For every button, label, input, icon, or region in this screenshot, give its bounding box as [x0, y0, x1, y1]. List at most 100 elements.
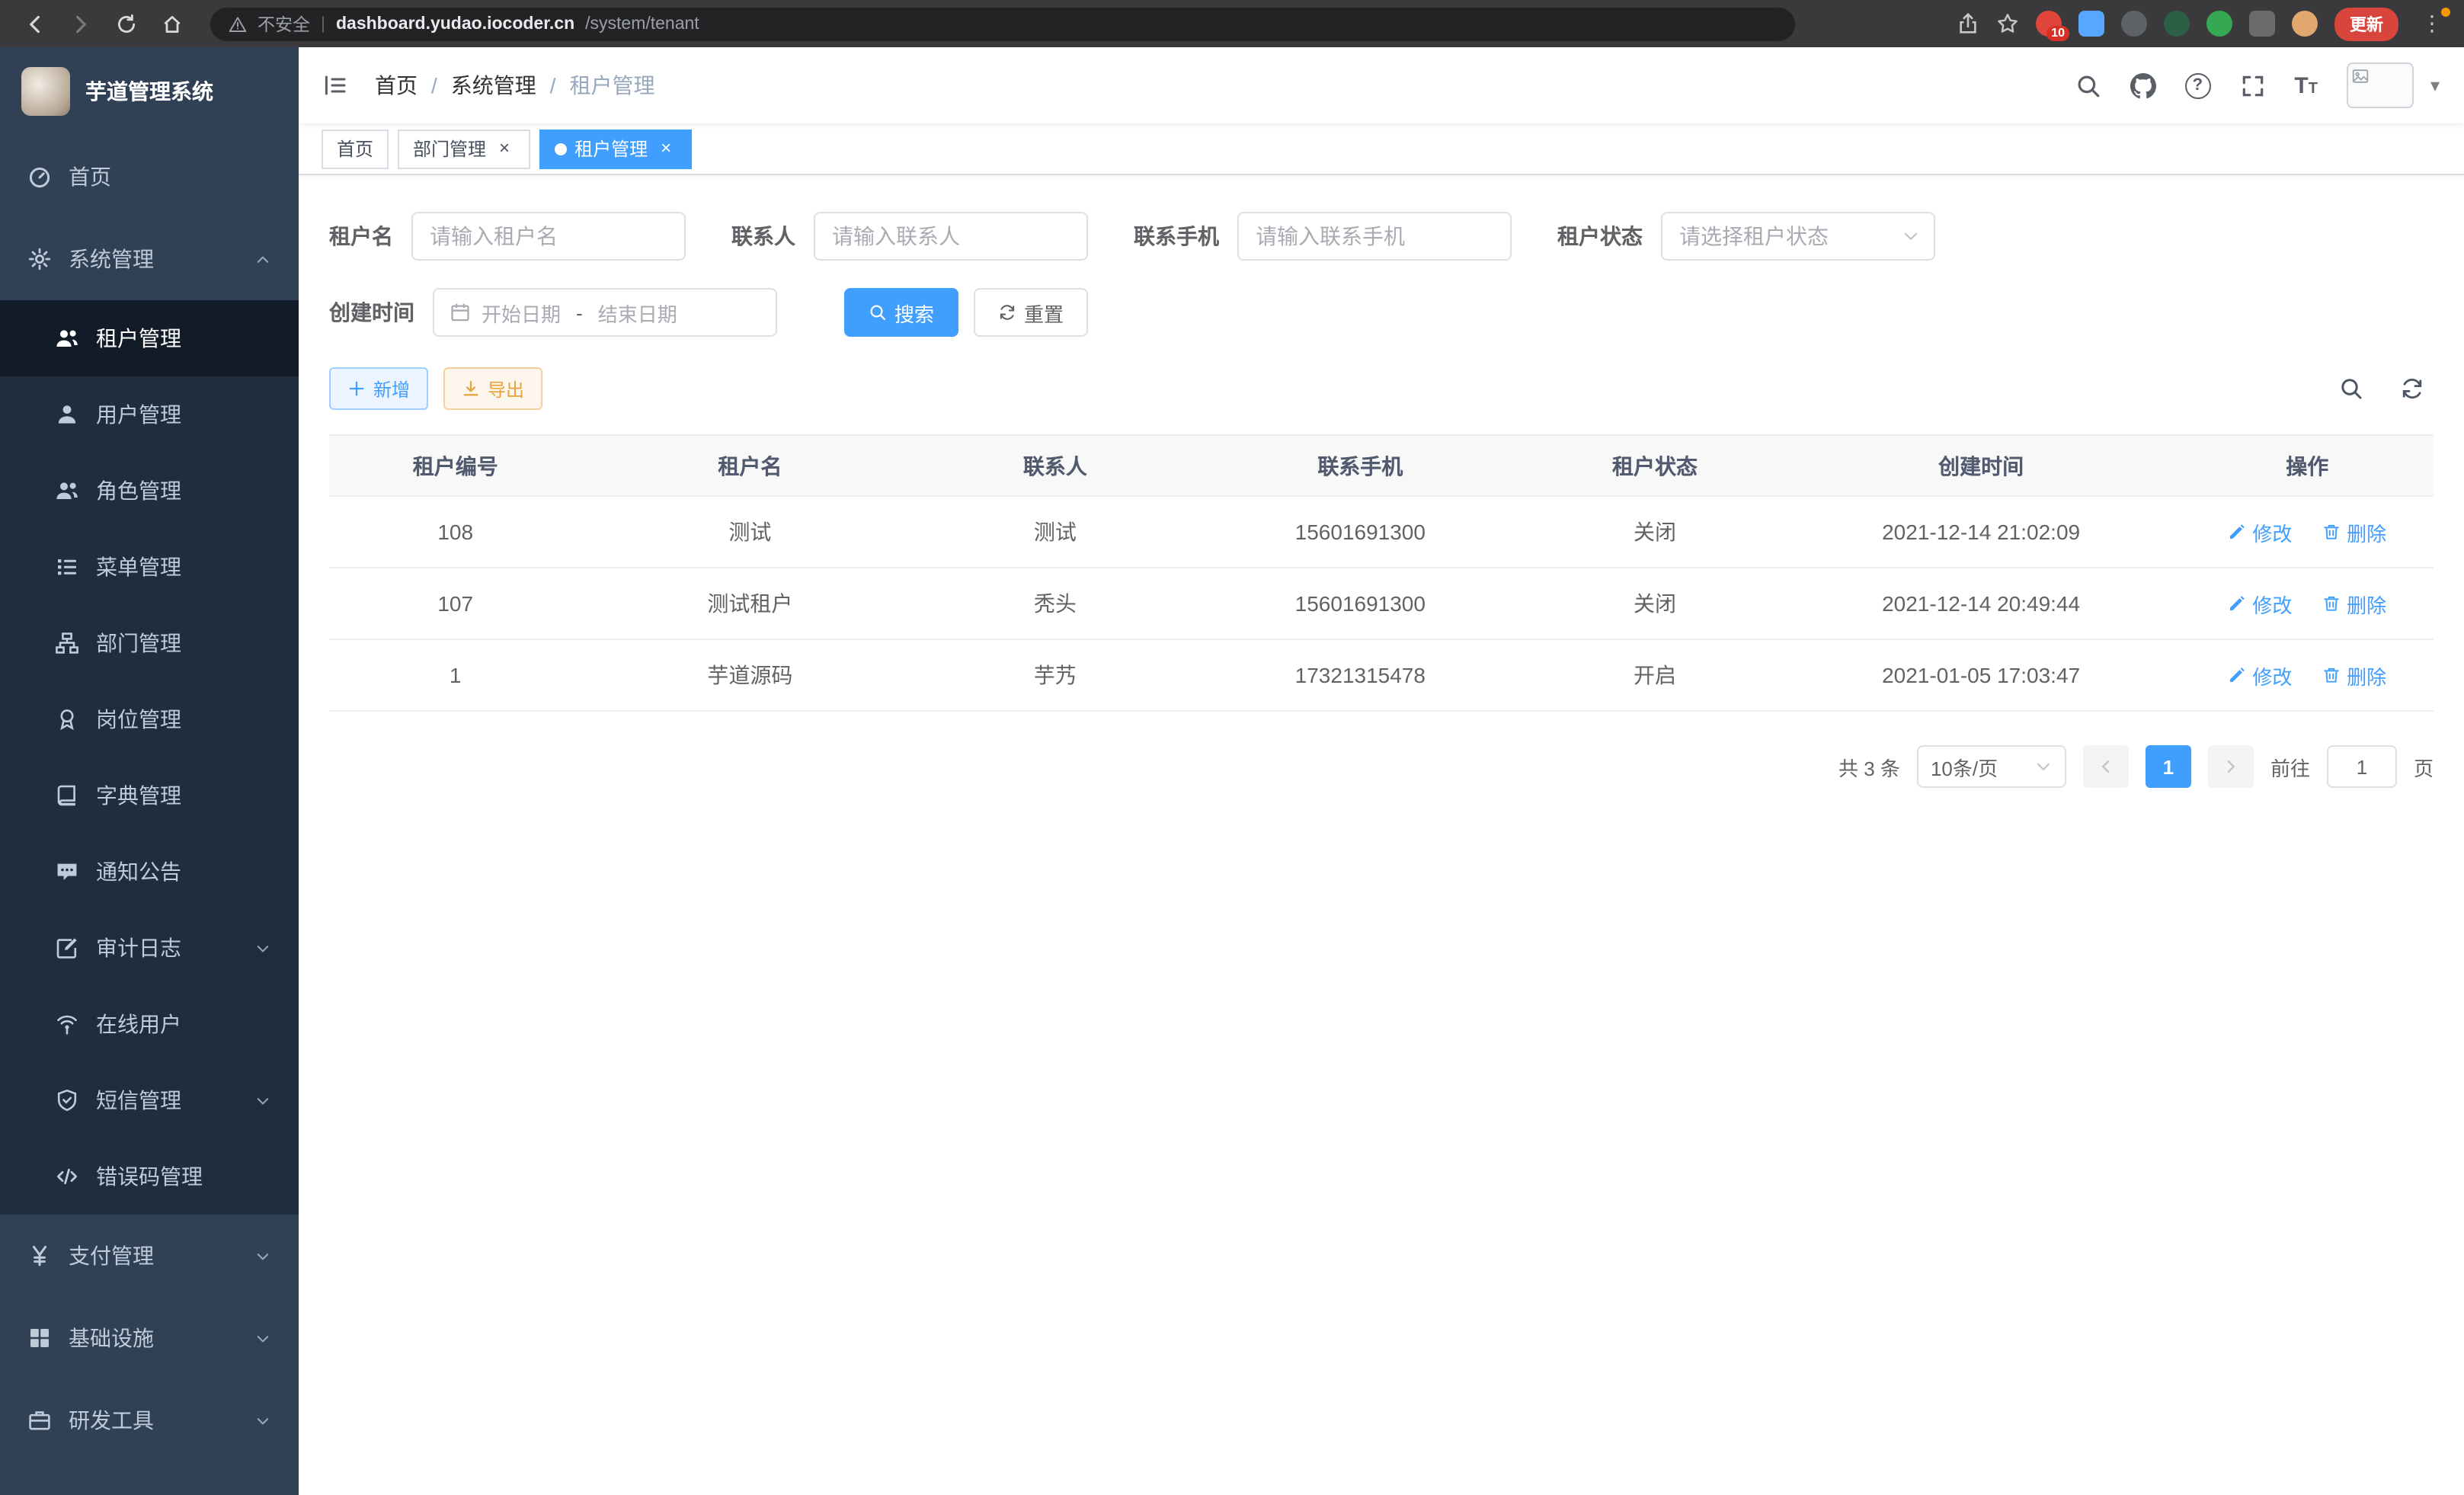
user-menu-caret-icon[interactable]: ▾: [2430, 75, 2440, 96]
fullscreen-icon[interactable]: [2239, 72, 2265, 98]
address-bar[interactable]: 不安全 | dashboard.yudao.iocoder.cn/system/…: [210, 7, 1795, 40]
navbar-actions: ? TT ▾: [2075, 62, 2440, 108]
sidebar-item-system-management[interactable]: 系统管理: [0, 218, 299, 300]
audit-log-icon: [55, 936, 79, 960]
sidebar-item-payment-management[interactable]: 支付管理: [0, 1215, 299, 1297]
breadcrumb-home[interactable]: 首页: [375, 70, 418, 101]
breadcrumb-system-management[interactable]: 系统管理: [451, 70, 536, 101]
chevron-down-icon: [254, 1330, 271, 1346]
reset-button-label: 重置: [1024, 298, 1064, 327]
extension-icon[interactable]: [2121, 11, 2147, 37]
prev-page-button[interactable]: [2083, 745, 2129, 788]
status-select[interactable]: 请选择租户状态: [1661, 212, 1935, 261]
sidebar-item-dept-management[interactable]: 部门管理: [0, 605, 299, 681]
tab-home[interactable]: 首页: [322, 129, 389, 168]
close-tab-icon[interactable]: ×: [494, 138, 515, 159]
next-page-button[interactable]: [2208, 745, 2254, 788]
chevron-down-icon: [254, 940, 271, 956]
sidebar-item-infrastructure[interactable]: 基础设施: [0, 1297, 299, 1379]
delete-tenant-link[interactable]: 删除: [2322, 589, 2386, 618]
add-tenant-button[interactable]: 新增: [329, 367, 428, 410]
sidebar-item-user-management[interactable]: 用户管理: [0, 376, 299, 453]
back-arrow-icon: [24, 13, 46, 34]
export-button[interactable]: 导出: [443, 367, 542, 410]
edit-tenant-link[interactable]: 修改: [2228, 517, 2292, 546]
edit-tenant-link[interactable]: 修改: [2228, 589, 2292, 618]
toggle-search-icon[interactable]: [2339, 376, 2363, 401]
tab-dept-management[interactable]: 部门管理 ×: [398, 129, 530, 168]
edit-tenant-link[interactable]: 修改: [2228, 661, 2292, 690]
app-logo[interactable]: 芋道管理系统: [0, 47, 299, 136]
sidebar-item-online-users[interactable]: 在线用户: [0, 986, 299, 1062]
goto-page-input[interactable]: [2327, 745, 2397, 788]
sidebar-item-audit-log[interactable]: 审计日志: [0, 910, 299, 986]
collapse-sidebar-button[interactable]: [323, 73, 347, 98]
notification-dot: [2441, 8, 2450, 17]
filter-phone: 联系手机: [1134, 212, 1512, 261]
contact-input[interactable]: [814, 212, 1088, 261]
sidebar-item-role-management[interactable]: 角色管理: [0, 453, 299, 529]
extension-icon[interactable]: [2249, 11, 2275, 37]
edit-label: 修改: [2252, 517, 2292, 546]
calendar-icon: [450, 302, 471, 323]
extension-icon[interactable]: 10: [2036, 11, 2062, 37]
menu-label: 用户管理: [96, 399, 181, 430]
cell-tenant-name: 测试租户: [581, 568, 918, 639]
menu-label: 通知公告: [96, 856, 181, 887]
header-search-icon[interactable]: [2075, 72, 2101, 98]
profile-avatar[interactable]: [2292, 11, 2318, 37]
browser-forward-button[interactable]: [61, 4, 101, 43]
github-icon[interactable]: [2130, 72, 2155, 98]
close-tab-icon[interactable]: ×: [655, 138, 677, 159]
extension-icon[interactable]: [2206, 11, 2232, 37]
bookmark-star-icon[interactable]: [1996, 12, 2019, 35]
chevron-down-icon: [254, 1412, 271, 1429]
help-icon[interactable]: ?: [2184, 72, 2210, 98]
update-browser-button[interactable]: 更新: [2334, 7, 2398, 40]
pagination: 共 3 条 10条/页 1 前往 页: [329, 745, 2434, 788]
sidebar-item-tenant-management[interactable]: 租户管理: [0, 300, 299, 376]
user-avatar[interactable]: [2347, 62, 2414, 108]
sidebar-item-dev-tools[interactable]: 研发工具: [0, 1379, 299, 1461]
table-row: 1 芋道源码 芋艿 17321315478 开启 2021-01-05 17:0…: [329, 639, 2434, 711]
notice-message-icon: [55, 860, 79, 884]
phone-input[interactable]: [1237, 212, 1512, 261]
online-signal-icon: [55, 1012, 79, 1036]
current-page-button[interactable]: 1: [2146, 745, 2191, 788]
browser-menu-icon[interactable]: ⋮: [2415, 11, 2449, 37]
sidebar-item-home[interactable]: 首页: [0, 136, 299, 218]
browser-reload-button[interactable]: [107, 4, 146, 43]
page-size-select[interactable]: 10条/页: [1917, 745, 2066, 788]
edit-pencil-icon: [2228, 666, 2246, 684]
delete-tenant-link[interactable]: 删除: [2322, 517, 2386, 546]
sidebar-item-notice[interactable]: 通知公告: [0, 834, 299, 910]
browser-home-button[interactable]: [152, 4, 192, 43]
chevron-down-icon: [1902, 227, 1920, 245]
column-header-phone: 联系手机: [1192, 435, 1528, 496]
tenant-name-input[interactable]: [411, 212, 686, 261]
extension-icon[interactable]: [2164, 11, 2190, 37]
top-navbar: 首页 / 系统管理 / 租户管理 ? TT ▾: [299, 47, 2464, 123]
url-host: dashboard.yudao.iocoder.cn: [336, 14, 574, 33]
delete-tenant-link[interactable]: 删除: [2322, 661, 2386, 690]
delete-label: 删除: [2347, 589, 2386, 618]
sidebar-item-sms-management[interactable]: 短信管理: [0, 1062, 299, 1138]
chevron-up-icon: [254, 251, 271, 267]
date-range-picker[interactable]: 开始日期 - 结束日期: [433, 288, 777, 337]
sidebar-item-error-code-management[interactable]: 错误码管理: [0, 1138, 299, 1215]
browser-back-button[interactable]: [15, 4, 55, 43]
share-icon[interactable]: [1957, 12, 1979, 35]
cell-created: 2021-01-05 17:03:47: [1781, 639, 2181, 711]
sidebar-item-dict-management[interactable]: 字典管理: [0, 757, 299, 834]
refresh-table-icon[interactable]: [2400, 376, 2424, 401]
font-size-icon[interactable]: TT: [2294, 72, 2318, 98]
reset-button[interactable]: 重置: [974, 288, 1088, 337]
cell-status: 关闭: [1528, 496, 1781, 568]
search-button[interactable]: 搜索: [844, 288, 958, 337]
menu-fold-icon: [323, 73, 347, 98]
sidebar-item-post-management[interactable]: 岗位管理: [0, 681, 299, 757]
sidebar-item-menu-management[interactable]: 菜单管理: [0, 529, 299, 605]
menu-label: 研发工具: [69, 1405, 154, 1436]
extension-icon[interactable]: [2078, 11, 2104, 37]
tab-tenant-management[interactable]: 租户管理 ×: [539, 129, 692, 168]
